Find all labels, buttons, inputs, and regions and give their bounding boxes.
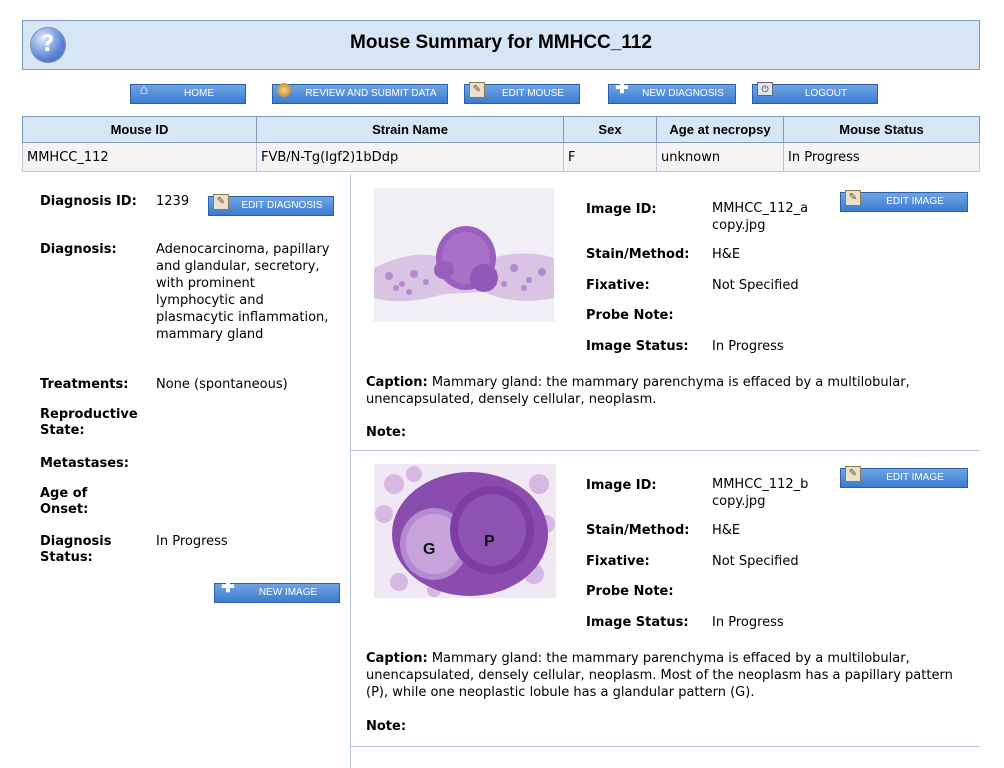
diagnosis-value: Adenocarcinoma, papillary and glandular,… xyxy=(156,242,330,342)
caption-label-b: Caption: xyxy=(366,651,428,666)
logout-button[interactable]: ⏻ LOGOUT xyxy=(752,82,878,104)
new-diagnosis-label: NEW DIAGNOSIS xyxy=(642,88,724,99)
note-a: Note: xyxy=(366,424,966,441)
edit-diagnosis-label: EDIT DIAGNOSIS xyxy=(241,200,323,211)
review-icon xyxy=(277,83,291,97)
reproductive-state-label: Reproductive State: xyxy=(40,407,138,438)
caption-b: Caption: Mammary gland: the mammary pare… xyxy=(366,650,966,701)
edit-image-button-b[interactable]: ✎ EDIT IMAGE xyxy=(840,466,968,488)
note-b: Note: xyxy=(366,718,966,735)
edit-mouse-button[interactable]: ✎ EDIT MOUSE xyxy=(464,82,580,104)
edit-icon: ✎ xyxy=(469,82,485,98)
title-bar: ? Mouse Summary for MMHCC_112 xyxy=(22,20,980,70)
caption-text-b: Mammary gland: the mammary parenchyma is… xyxy=(366,651,953,700)
col-strain-name: Strain Name xyxy=(256,116,564,143)
col-mouse-id: Mouse ID xyxy=(22,116,257,143)
note-label-b: Note: xyxy=(366,719,407,734)
edit-icon: ✎ xyxy=(845,466,861,482)
edit-mouse-label: EDIT MOUSE xyxy=(501,88,565,99)
note-label-a: Note: xyxy=(366,425,407,440)
cell-strain-name: FVB/N-Tg(Igf2)1bDdp xyxy=(256,142,564,172)
age-of-onset-label: Age of Onset: xyxy=(40,486,89,517)
cell-sex: F xyxy=(563,142,657,172)
diagnosis-status-value: In Progress xyxy=(156,534,228,549)
review-submit-button[interactable]: REVIEW AND SUBMIT DATA xyxy=(272,83,448,104)
logout-icon: ⏻ xyxy=(757,82,773,96)
fixative-label-a: Fixative: xyxy=(586,278,650,293)
cell-age-necropsy: unknown xyxy=(656,142,784,172)
edit-image-label-b: EDIT IMAGE xyxy=(886,472,944,483)
mouse-summary-table: Mouse ID Strain Name Sex Age at necropsy… xyxy=(22,116,980,172)
review-submit-label: REVIEW AND SUBMIT DATA xyxy=(305,88,437,99)
new-diagnosis-button[interactable]: ✚ NEW DIAGNOSIS xyxy=(608,80,736,104)
home-icon: ⌂ xyxy=(139,81,149,97)
logout-label: LOGOUT xyxy=(804,88,848,99)
table-header-row: Mouse ID Strain Name Sex Age at necropsy… xyxy=(22,116,980,143)
diagnosis-panel: Diagnosis ID: 1239 ✎ EDIT DIAGNOSIS Diagn… xyxy=(22,174,351,768)
col-age-necropsy: Age at necropsy xyxy=(656,116,784,143)
edit-diagnosis-button[interactable]: ✎ EDIT DIAGNOSIS xyxy=(208,194,334,216)
fixative-value-a: Not Specified xyxy=(712,278,799,293)
edit-icon: ✎ xyxy=(213,194,229,210)
stain-value-b: H&E xyxy=(712,523,741,538)
image-status-value-b: In Progress xyxy=(712,615,784,630)
table-row: MMHCC_112 FVB/N-Tg(Igf2)1bDdp F unknown … xyxy=(22,142,980,172)
image-status-label-a: Image Status: xyxy=(586,339,689,354)
treatments-label: Treatments: xyxy=(40,377,129,392)
histology-image-a-svg xyxy=(374,188,554,322)
stain-label-b: Stain/Method: xyxy=(586,523,690,538)
plus-icon: ✚ xyxy=(615,80,629,97)
treatments-value: None (spontaneous) xyxy=(156,377,288,392)
home-button-label: HOME xyxy=(184,88,214,99)
image-id-label-b: Image ID: xyxy=(586,478,657,493)
image-id-value-a: MMHCC_112_a copy.jpg xyxy=(712,201,809,233)
caption-a: Caption: Mammary gland: the mammary pare… xyxy=(366,374,966,408)
edit-icon: ✎ xyxy=(845,190,861,206)
image-label-p: P xyxy=(484,533,495,550)
histology-image-a[interactable] xyxy=(374,188,554,322)
page-title: Mouse Summary for MMHCC_112 xyxy=(350,32,652,53)
image-panel-2: G P Image ID: MMHCC_112_b copy.jpg ✎ EDIT… xyxy=(350,450,980,747)
image-panel-1: Image ID: MMHCC_112_a copy.jpg ✎ EDIT IMA… xyxy=(350,174,980,451)
image-status-label-b: Image Status: xyxy=(586,615,689,630)
diagnosis-status-label: Diagnosis Status: xyxy=(40,534,112,565)
metastases-label: Metastases: xyxy=(40,456,129,471)
edit-image-button-a[interactable]: ✎ EDIT IMAGE xyxy=(840,190,968,212)
diagnosis-label: Diagnosis: xyxy=(40,242,117,257)
diagnosis-id-label: Diagnosis ID: xyxy=(40,194,137,209)
image-id-label-a: Image ID: xyxy=(586,202,657,217)
col-mouse-status: Mouse Status xyxy=(783,116,980,143)
caption-text-a: Mammary gland: the mammary parenchyma is… xyxy=(366,375,910,407)
image-label-g: G xyxy=(423,541,435,558)
histology-image-b-svg: G P xyxy=(374,464,556,598)
image-id-value-b: MMHCC_112_b copy.jpg xyxy=(712,477,809,509)
fixative-label-b: Fixative: xyxy=(586,554,650,569)
fixative-value-b: Not Specified xyxy=(712,554,799,569)
probe-note-label-b: Probe Note: xyxy=(586,584,674,599)
new-image-button[interactable]: ✚ NEW IMAGE xyxy=(214,579,340,603)
histology-image-b[interactable]: G P xyxy=(374,464,556,598)
cell-mouse-id: MMHCC_112 xyxy=(22,142,257,172)
plus-icon: ✚ xyxy=(221,579,235,596)
image-status-value-a: In Progress xyxy=(712,339,784,354)
stain-label-a: Stain/Method: xyxy=(586,247,690,262)
new-image-label: NEW IMAGE xyxy=(258,587,318,598)
stain-value-a: H&E xyxy=(712,247,741,262)
home-button[interactable]: ⌂ HOME xyxy=(130,81,246,104)
cell-mouse-status: In Progress xyxy=(783,142,980,172)
edit-image-label-a: EDIT IMAGE xyxy=(886,196,944,207)
caption-label-a: Caption: xyxy=(366,375,428,390)
probe-note-label-a: Probe Note: xyxy=(586,308,674,323)
col-sex: Sex xyxy=(563,116,657,143)
